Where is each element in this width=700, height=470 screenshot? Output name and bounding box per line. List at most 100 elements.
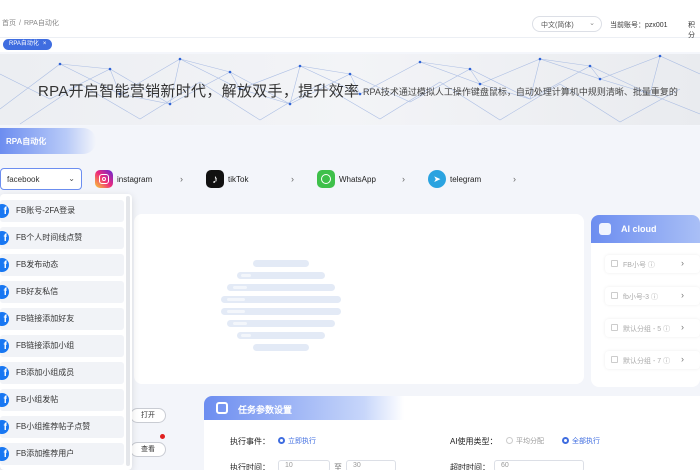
chevron-right-icon[interactable]: ›: [681, 290, 684, 300]
time-to-input[interactable]: 30: [346, 460, 396, 470]
cloud-group-item[interactable]: 默认分组 - 7 ⓘ ›: [605, 351, 700, 369]
chevron-right-icon: ›: [402, 174, 405, 184]
tiktok-icon: ♪: [206, 170, 224, 188]
facebook-icon: f: [0, 204, 9, 218]
exec-now-radio[interactable]: 立即执行: [278, 436, 316, 446]
tab-bar: RPA自动化 ×: [0, 38, 700, 52]
avg-distribute-radio[interactable]: 平均分配: [506, 436, 544, 446]
breadcrumb-separator: /: [19, 20, 21, 27]
fb-action-item[interactable]: f FB好友私信: [0, 281, 124, 303]
chevron-right-icon[interactable]: ›: [681, 322, 684, 332]
chevron-right-icon: ›: [180, 174, 183, 184]
fb-action-label: FB小组发帖: [16, 395, 59, 404]
language-select[interactable]: 中文(简体) ⌄: [532, 16, 602, 32]
platform-telegram[interactable]: ➤ telegram ›: [428, 168, 528, 190]
checkbox[interactable]: [611, 260, 618, 267]
platform-whatsapp[interactable]: WhatsApp ›: [317, 168, 417, 190]
cloud-group-label: 默认分组 - 5: [623, 326, 662, 333]
globe-placeholder-icon: [221, 260, 341, 351]
instagram-icon: [95, 170, 113, 188]
scrollbar[interactable]: [126, 196, 130, 466]
fb-action-item[interactable]: f FB链接添加好友: [0, 308, 124, 330]
platform-label: instagram: [117, 174, 153, 184]
checkbox[interactable]: [611, 356, 618, 363]
fb-action-label: FB添加推荐用户: [16, 449, 75, 458]
close-icon[interactable]: ×: [43, 41, 47, 47]
top-bar: 首页 / RPA自动化 中文(简体) ⌄ 当前账号：pzx001 积分: [0, 0, 700, 39]
fb-action-label: FB好友私信: [16, 287, 59, 296]
platform-tiktok[interactable]: ♪ tikTok ›: [206, 168, 306, 190]
cloud-group-item[interactable]: 默认分组 - 5 ⓘ ›: [605, 319, 700, 337]
fb-action-label: FB个人时间线点赞: [16, 233, 83, 242]
ai-cloud-title: AI cloud: [621, 224, 657, 234]
banner-title: RPA开启智能营销新时代，解放双手，提升效率: [38, 83, 360, 100]
facebook-icon: f: [0, 393, 9, 407]
cloud-group-item[interactable]: FB小号 ⓘ ›: [605, 255, 700, 273]
ai-type-label: AI使用类型：: [450, 437, 498, 446]
fb-action-item[interactable]: f FB添加推荐用户: [0, 443, 124, 465]
breadcrumb-current: RPA自动化: [23, 20, 59, 27]
cloud-group-label: fb小号-3: [623, 294, 650, 301]
fb-action-item[interactable]: f FB添加小组成员: [0, 362, 124, 384]
current-account: 当前账号：pzx001: [610, 22, 668, 29]
fb-action-item[interactable]: f FB小组发帖: [0, 389, 124, 411]
fb-action-item[interactable]: f FB个人时间线点赞: [0, 227, 124, 249]
chevron-down-icon: ⌄: [589, 20, 595, 27]
platform-tabs: instagram › ♪ tikTok › WhatsApp › ➤ tele…: [0, 168, 700, 192]
facebook-icon: f: [0, 258, 9, 272]
section-title: RPA自动化: [0, 128, 96, 154]
ai-cloud-header: AI cloud: [591, 215, 700, 243]
radio-label: 立即执行: [288, 438, 316, 445]
fb-action-item[interactable]: f FB链接添加小组: [0, 335, 124, 357]
chevron-right-icon[interactable]: ›: [681, 258, 684, 268]
fb-action-item[interactable]: f FB账号-2FA登录: [0, 200, 124, 222]
fb-action-item[interactable]: f FB小组推荐帖子点赞: [0, 416, 124, 438]
notification-dot: [160, 434, 165, 439]
facebook-icon: f: [0, 339, 9, 353]
fb-action-dropdown: f FB账号-2FA登录 f FB个人时间线点赞 f FB发布动态 f FB好友私信 f…: [0, 194, 132, 470]
info-icon: ⓘ: [663, 326, 671, 333]
radio-label: 全部执行: [572, 438, 600, 445]
radio-dot: [506, 437, 513, 444]
fb-action-label: FB添加小组成员: [16, 368, 75, 377]
facebook-icon: f: [0, 366, 9, 380]
telegram-icon: ➤: [428, 170, 446, 188]
cloud-group-label: 默认分组 - 7: [623, 358, 662, 365]
checkbox[interactable]: [611, 324, 618, 331]
cloud-group-label: FB小号: [623, 262, 646, 269]
checkbox[interactable]: [611, 292, 618, 299]
chevron-right-icon[interactable]: ›: [681, 354, 684, 364]
cloud-group-item[interactable]: fb小号-3 ⓘ ›: [605, 287, 700, 305]
banner-subtitle: RPA技术通过模拟人工操作键盘鼠标，自动处理计算机中规则清晰、批量重复的: [363, 87, 678, 97]
facebook-icon: f: [0, 231, 9, 245]
radio-dot: [278, 437, 285, 444]
settings-icon: [216, 402, 228, 414]
info-icon: ⓘ: [663, 358, 671, 365]
workspace-card: [134, 214, 584, 384]
timeout-input[interactable]: 60: [494, 460, 584, 470]
view-button[interactable]: 查看: [130, 442, 166, 457]
open-button[interactable]: 打开: [130, 408, 166, 423]
task-settings-title: 任务参数设置: [238, 405, 293, 415]
exec-time-label: 执行时间：: [230, 463, 270, 470]
breadcrumb-home[interactable]: 首页: [2, 20, 16, 27]
chevron-right-icon: ›: [513, 174, 516, 184]
run-all-radio[interactable]: 全部执行: [562, 436, 600, 446]
facebook-icon: f: [0, 447, 9, 461]
language-value: 中文(简体): [541, 22, 574, 29]
radio-label: 平均分配: [516, 438, 544, 445]
task-settings-header: 任务参数设置: [204, 396, 404, 420]
info-icon: ⓘ: [647, 262, 655, 269]
platform-instagram[interactable]: instagram ›: [95, 168, 195, 190]
fb-action-item[interactable]: f FB发布动态: [0, 254, 124, 276]
tab-rpa[interactable]: RPA自动化 ×: [3, 39, 53, 50]
facebook-icon: f: [0, 285, 9, 299]
fb-action-label: FB小组推荐帖子点赞: [16, 422, 91, 431]
fb-action-label: FB发布动态: [16, 260, 59, 269]
info-icon: ⓘ: [651, 294, 659, 301]
radio-dot: [562, 437, 569, 444]
time-from-input[interactable]: 10: [278, 460, 330, 470]
exec-event-label: 执行事件：: [230, 437, 270, 446]
time-range-separator: 至: [334, 463, 342, 470]
hero-banner: RPA开启智能营销新时代，解放双手，提升效率 RPA技术通过模拟人工操作键盘鼠标…: [0, 54, 700, 125]
